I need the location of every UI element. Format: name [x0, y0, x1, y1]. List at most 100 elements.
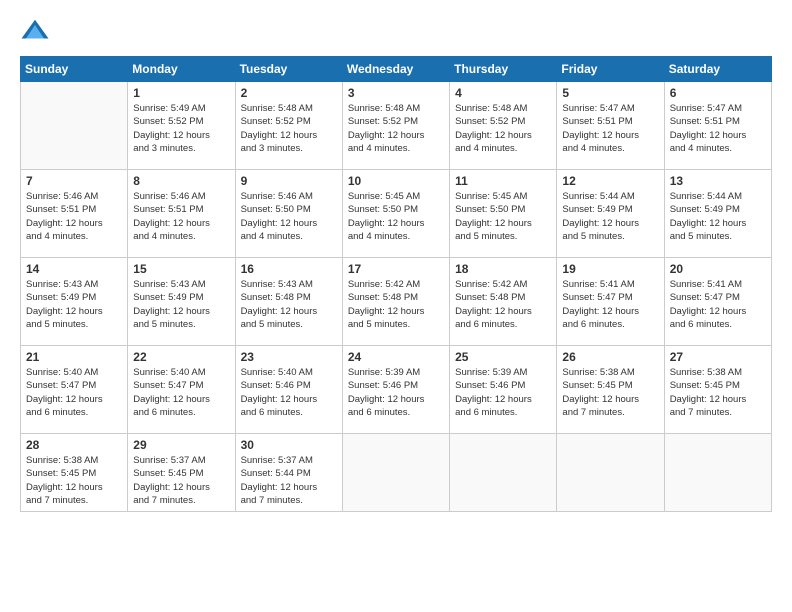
day-number: 28 — [26, 438, 122, 452]
day-number: 9 — [241, 174, 337, 188]
calendar-cell: 17 Sunrise: 5:42 AM Sunset: 5:48 PM Dayli… — [342, 258, 449, 346]
calendar-cell: 23 Sunrise: 5:40 AM Sunset: 5:46 PM Dayli… — [235, 346, 342, 434]
day-info: Sunrise: 5:45 AM Sunset: 5:50 PM Dayligh… — [455, 190, 551, 243]
day-number: 15 — [133, 262, 229, 276]
day-info: Sunrise: 5:38 AM Sunset: 5:45 PM Dayligh… — [562, 366, 658, 419]
calendar-cell: 15 Sunrise: 5:43 AM Sunset: 5:49 PM Dayli… — [128, 258, 235, 346]
day-info: Sunrise: 5:46 AM Sunset: 5:51 PM Dayligh… — [133, 190, 229, 243]
day-info: Sunrise: 5:45 AM Sunset: 5:50 PM Dayligh… — [348, 190, 444, 243]
header-day: Tuesday — [235, 57, 342, 82]
calendar-cell: 21Sunrise: 5:40 AM Sunset: 5:47 PM Dayli… — [21, 346, 128, 434]
day-number: 4 — [455, 86, 551, 100]
day-number: 14 — [26, 262, 122, 276]
day-number: 10 — [348, 174, 444, 188]
calendar-cell: 22 Sunrise: 5:40 AM Sunset: 5:47 PM Dayli… — [128, 346, 235, 434]
calendar-cell: 7 Sunrise: 5:46 AM Sunset: 5:51 PM Daylig… — [21, 170, 128, 258]
calendar-table: SundayMondayTuesdayWednesdayThursdayFrid… — [20, 56, 772, 512]
day-info: Sunrise: 5:40 AM Sunset: 5:47 PM Dayligh… — [133, 366, 229, 419]
calendar-header: SundayMondayTuesdayWednesdayThursdayFrid… — [21, 57, 772, 82]
header-day: Thursday — [450, 57, 557, 82]
day-info: Sunrise: 5:49 AM Sunset: 5:52 PM Dayligh… — [133, 102, 229, 155]
day-number: 27 — [670, 350, 766, 364]
day-number: 11 — [455, 174, 551, 188]
day-number: 5 — [562, 86, 658, 100]
calendar-week-row: 21 Sunrise: 5:40 AM Sunset: 5:47 PM Dayli… — [21, 346, 772, 434]
calendar-cell: 8 Sunrise: 5:46 AM Sunset: 5:51 PM Daylig… — [128, 170, 235, 258]
calendar-cell: 25 Sunrise: 5:39 AM Sunset: 5:46 PM Dayli… — [450, 346, 557, 434]
day-info: Sunrise: 5:48 AM Sunset: 5:52 PM Dayligh… — [348, 102, 444, 155]
day-number: 7 — [26, 174, 122, 188]
day-number: 2 — [241, 86, 337, 100]
calendar-cell — [664, 434, 771, 512]
day-info: Sunrise: 5:48 AM Sunset: 5:52 PM Dayligh… — [241, 102, 337, 155]
calendar-cell: 4 Sunrise: 5:48 AM Sunset: 5:52 PM Daylig… — [450, 82, 557, 170]
calendar-cell: 30Sunrise: 5:37 AM Sunset: 5:44 PM Dayli… — [235, 434, 342, 512]
day-info: Sunrise: 5:47 AM Sunset: 5:51 PM Dayligh… — [562, 102, 658, 155]
day-info: Sunrise: 5:48 AM Sunset: 5:52 PM Dayligh… — [455, 102, 551, 155]
day-number: 1 — [133, 86, 229, 100]
calendar-cell: 29Sunrise: 5:37 AM Sunset: 5:45 PM Dayli… — [128, 434, 235, 512]
day-info: Sunrise: 5:38 AM Sunset: 5:45 PM Dayligh… — [26, 454, 122, 507]
day-number: 3 — [348, 86, 444, 100]
calendar-cell: 28 Sunrise: 5:38 AM Sunset: 5:45 PM Dayli… — [21, 434, 128, 512]
header-day: Sunday — [21, 57, 128, 82]
header-day: Monday — [128, 57, 235, 82]
calendar-cell: 1 Sunrise: 5:49 AM Sunset: 5:52 PM Daylig… — [128, 82, 235, 170]
day-number: 29 — [133, 438, 229, 452]
day-number: 12 — [562, 174, 658, 188]
day-info: Sunrise: 5:46 AM Sunset: 5:51 PM Dayligh… — [26, 190, 122, 243]
day-info: Sunrise: 5:39 AM Sunset: 5:46 PM Dayligh… — [348, 366, 444, 419]
calendar-body: 1 Sunrise: 5:49 AM Sunset: 5:52 PM Daylig… — [21, 82, 772, 512]
header-day: Wednesday — [342, 57, 449, 82]
calendar-cell — [450, 434, 557, 512]
calendar-cell: 3 Sunrise: 5:48 AM Sunset: 5:52 PM Daylig… — [342, 82, 449, 170]
day-info: Sunrise: 5:43 AM Sunset: 5:49 PM Dayligh… — [26, 278, 122, 331]
day-info: Sunrise: 5:43 AM Sunset: 5:49 PM Dayligh… — [133, 278, 229, 331]
day-info: Sunrise: 5:42 AM Sunset: 5:48 PM Dayligh… — [455, 278, 551, 331]
page: SundayMondayTuesdayWednesdayThursdayFrid… — [0, 0, 792, 612]
calendar-cell: 13Sunrise: 5:44 AM Sunset: 5:49 PM Dayli… — [664, 170, 771, 258]
day-info: Sunrise: 5:37 AM Sunset: 5:44 PM Dayligh… — [241, 454, 337, 507]
day-number: 16 — [241, 262, 337, 276]
day-info: Sunrise: 5:41 AM Sunset: 5:47 PM Dayligh… — [670, 278, 766, 331]
logo-icon — [20, 16, 50, 46]
calendar-cell: 12 Sunrise: 5:44 AM Sunset: 5:49 PM Dayli… — [557, 170, 664, 258]
day-info: Sunrise: 5:42 AM Sunset: 5:48 PM Dayligh… — [348, 278, 444, 331]
day-info: Sunrise: 5:39 AM Sunset: 5:46 PM Dayligh… — [455, 366, 551, 419]
header-day: Saturday — [664, 57, 771, 82]
day-number: 23 — [241, 350, 337, 364]
day-info: Sunrise: 5:38 AM Sunset: 5:45 PM Dayligh… — [670, 366, 766, 419]
calendar-cell: 18 Sunrise: 5:42 AM Sunset: 5:48 PM Dayli… — [450, 258, 557, 346]
calendar-cell: 9 Sunrise: 5:46 AM Sunset: 5:50 PM Daylig… — [235, 170, 342, 258]
day-number: 8 — [133, 174, 229, 188]
calendar-cell: 14 Sunrise: 5:43 AM Sunset: 5:49 PM Dayli… — [21, 258, 128, 346]
day-number: 13 — [670, 174, 766, 188]
day-number: 18 — [455, 262, 551, 276]
calendar-cell: 16Sunrise: 5:43 AM Sunset: 5:48 PM Dayli… — [235, 258, 342, 346]
header-row: SundayMondayTuesdayWednesdayThursdayFrid… — [21, 57, 772, 82]
calendar-week-row: 28 Sunrise: 5:38 AM Sunset: 5:45 PM Dayli… — [21, 434, 772, 512]
calendar-cell: 11 Sunrise: 5:45 AM Sunset: 5:50 PM Dayli… — [450, 170, 557, 258]
calendar-week-row: 7 Sunrise: 5:46 AM Sunset: 5:51 PM Daylig… — [21, 170, 772, 258]
day-number: 6 — [670, 86, 766, 100]
day-number: 17 — [348, 262, 444, 276]
calendar-cell: 26Sunrise: 5:38 AM Sunset: 5:45 PM Dayli… — [557, 346, 664, 434]
header — [20, 16, 772, 46]
header-day: Friday — [557, 57, 664, 82]
day-number: 24 — [348, 350, 444, 364]
calendar-week-row: 1 Sunrise: 5:49 AM Sunset: 5:52 PM Daylig… — [21, 82, 772, 170]
calendar-cell: 6 Sunrise: 5:47 AM Sunset: 5:51 PM Daylig… — [664, 82, 771, 170]
day-info: Sunrise: 5:47 AM Sunset: 5:51 PM Dayligh… — [670, 102, 766, 155]
calendar-cell: 24 Sunrise: 5:39 AM Sunset: 5:46 PM Dayli… — [342, 346, 449, 434]
day-info: Sunrise: 5:40 AM Sunset: 5:46 PM Dayligh… — [241, 366, 337, 419]
day-number: 22 — [133, 350, 229, 364]
day-info: Sunrise: 5:44 AM Sunset: 5:49 PM Dayligh… — [562, 190, 658, 243]
calendar-cell: 20Sunrise: 5:41 AM Sunset: 5:47 PM Dayli… — [664, 258, 771, 346]
day-info: Sunrise: 5:46 AM Sunset: 5:50 PM Dayligh… — [241, 190, 337, 243]
calendar-cell: 5 Sunrise: 5:47 AM Sunset: 5:51 PM Daylig… — [557, 82, 664, 170]
calendar-cell — [557, 434, 664, 512]
day-number: 21 — [26, 350, 122, 364]
calendar-cell: 19Sunrise: 5:41 AM Sunset: 5:47 PM Dayli… — [557, 258, 664, 346]
calendar-cell: 10 Sunrise: 5:45 AM Sunset: 5:50 PM Dayli… — [342, 170, 449, 258]
day-number: 25 — [455, 350, 551, 364]
